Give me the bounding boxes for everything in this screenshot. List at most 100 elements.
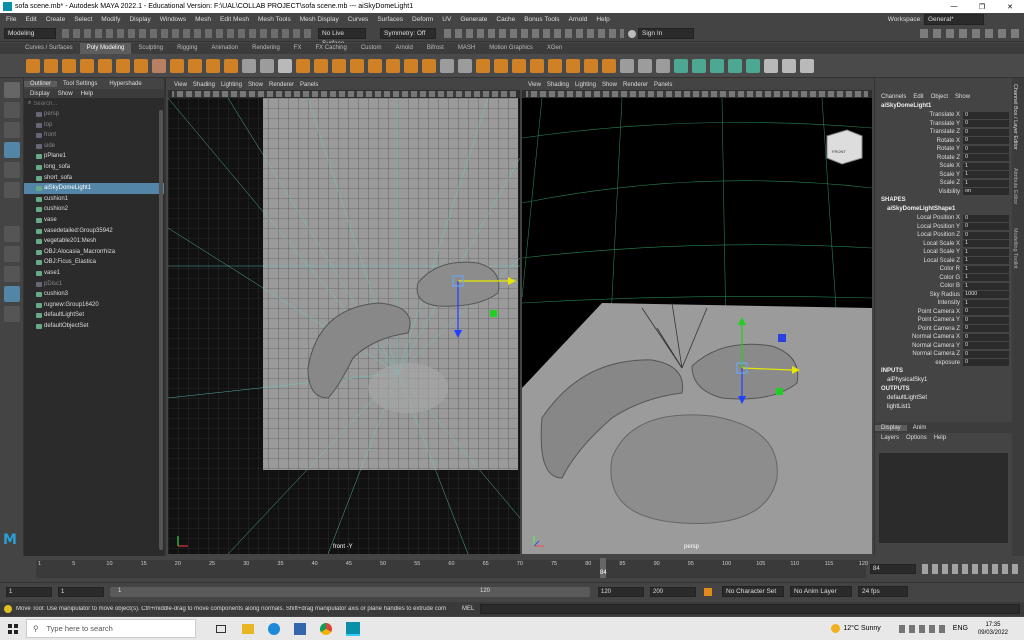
command-line-input[interactable] xyxy=(480,604,1021,614)
shelf-tool-icon[interactable] xyxy=(224,58,238,73)
outliner-item[interactable]: long_sofa xyxy=(24,162,164,173)
paint-select-icon[interactable] xyxy=(4,122,20,138)
channel-value[interactable]: 0 xyxy=(963,316,1009,324)
shelf-tab[interactable]: Bifrost xyxy=(420,43,451,54)
channel-value[interactable]: 0 xyxy=(963,223,1009,231)
maya-taskbar-icon[interactable] xyxy=(346,621,360,636)
channel-value[interactable]: 0 xyxy=(963,120,1009,128)
channel-value[interactable]: 1 xyxy=(963,162,1009,170)
channel-label[interactable]: Local Position Y xyxy=(875,224,963,230)
fps-dropdown[interactable]: 24 fps xyxy=(858,586,908,597)
channel-value[interactable]: 0 xyxy=(963,325,1009,333)
channel-label[interactable]: Sky Radius xyxy=(875,292,963,298)
channel-label[interactable]: Translate X xyxy=(875,112,963,118)
shelf-tool-icon[interactable] xyxy=(170,58,184,73)
shelf-tool-icon[interactable] xyxy=(116,58,130,73)
vp-menu-panels[interactable]: Panels xyxy=(654,82,672,88)
time-slider[interactable]: 1 5 10 15 20 25 30 35 40 45 50 55 60 65 70 75 80 85 90 95 10… xyxy=(0,556,1024,582)
shelf-tool-icon[interactable] xyxy=(98,58,112,73)
shelf-tab[interactable]: FX xyxy=(287,43,309,54)
shelf-tab[interactable]: Custom xyxy=(354,43,389,54)
vp-menu-view[interactable]: View xyxy=(174,82,187,88)
channel-label[interactable]: Local Position X xyxy=(875,215,963,221)
menu-item[interactable]: Mesh xyxy=(195,16,211,23)
display-layer-tab[interactable]: Display xyxy=(875,424,907,431)
channel-label[interactable]: Visibility xyxy=(875,189,963,195)
vp-menu-view[interactable]: View xyxy=(528,82,541,88)
output-node[interactable]: defaultLightSet xyxy=(875,394,1012,403)
channel-value[interactable]: 0 xyxy=(963,359,1009,367)
playback-end-field[interactable]: 120 xyxy=(598,586,644,597)
shelf-tool-icon[interactable] xyxy=(566,58,580,73)
shelf-tool-icon[interactable] xyxy=(206,58,220,73)
shelf-tool-icon[interactable] xyxy=(386,58,400,73)
layer-editor-area[interactable] xyxy=(879,453,1008,543)
channel-value[interactable]: 1 xyxy=(963,257,1009,265)
shelf-tab[interactable]: MASH xyxy=(451,43,482,54)
outliner-item[interactable]: short_sofa xyxy=(24,173,164,184)
channel-label[interactable]: Normal Camera X xyxy=(875,334,963,340)
outliner-menu-help[interactable]: Help xyxy=(81,91,93,97)
chrome-icon[interactable] xyxy=(320,622,332,635)
shelf-tool-icon[interactable] xyxy=(80,58,94,73)
menu-item[interactable]: Modify xyxy=(101,16,120,23)
shelf-tool-icon[interactable] xyxy=(422,58,436,73)
menu-item[interactable]: Windows xyxy=(160,16,186,23)
shelf-tool-icon[interactable] xyxy=(656,58,670,73)
taskbar-search-box[interactable]: ⚲ Type here to search xyxy=(26,619,196,638)
shelf-tool-icon[interactable] xyxy=(674,58,688,73)
menu-item[interactable]: Curves xyxy=(348,16,369,23)
channel-value[interactable]: 0 xyxy=(963,111,1009,119)
channel-label[interactable]: Local Scale X xyxy=(875,241,963,247)
shelf-tool-icon[interactable] xyxy=(332,58,346,73)
outliner-scrollbar[interactable] xyxy=(159,110,163,550)
tool-settings-tab[interactable]: Tool Settings xyxy=(57,81,103,87)
outliner-menu-display[interactable]: Display xyxy=(30,91,50,97)
shelf-tool-icon[interactable] xyxy=(548,58,562,73)
outliner-item[interactable]: cushion3 xyxy=(24,289,164,300)
shelf-tab[interactable]: Rendering xyxy=(245,43,287,54)
shelf-tool-icon[interactable] xyxy=(512,58,526,73)
shelf-tool-icon[interactable] xyxy=(692,58,706,73)
lasso-tool-icon[interactable] xyxy=(4,102,20,118)
channel-value[interactable]: 1 xyxy=(963,274,1009,282)
shelf-tab[interactable]: FX Caching xyxy=(308,43,353,54)
menu-item[interactable]: Generate xyxy=(460,16,487,23)
outliner-item[interactable]: side xyxy=(24,141,164,152)
channel-value[interactable]: on xyxy=(963,188,1009,196)
show-menu[interactable]: Show xyxy=(955,94,970,100)
shelf-tool-icon[interactable] xyxy=(458,58,472,73)
channel-value[interactable]: 1 xyxy=(963,240,1009,248)
channel-value[interactable]: 0 xyxy=(963,308,1009,316)
outliner-item[interactable]: front xyxy=(24,130,164,141)
outliner-search-input[interactable] xyxy=(33,99,144,108)
outliner-item[interactable]: aiSkyDomeLight1 xyxy=(24,183,164,194)
menu-item[interactable]: Bonus Tools xyxy=(524,16,559,23)
shelf-tab[interactable]: Rigging xyxy=(170,43,204,54)
channel-value[interactable]: 1 xyxy=(963,282,1009,290)
channel-value[interactable]: 1 xyxy=(963,248,1009,256)
help-menu[interactable]: Help xyxy=(934,435,946,441)
scale-tool-icon[interactable] xyxy=(4,182,20,198)
app-icon[interactable] xyxy=(294,622,306,635)
menu-item[interactable]: Arnold xyxy=(569,16,588,23)
channel-label[interactable]: Scale Y xyxy=(875,172,963,178)
select-tool-icon[interactable] xyxy=(4,82,20,98)
channel-label[interactable]: Translate Y xyxy=(875,121,963,127)
vp-menu-lighting[interactable]: Lighting xyxy=(575,82,596,88)
outliner-item[interactable]: pPlane1 xyxy=(24,151,164,162)
channel-value[interactable]: 0 xyxy=(963,137,1009,145)
channel-label[interactable]: Point Camera Y xyxy=(875,317,963,323)
layout-outliner-icon[interactable] xyxy=(4,286,20,302)
attribute-editor-side-tab[interactable]: Attribute Editor xyxy=(1012,158,1018,218)
mel-label[interactable]: MEL xyxy=(462,606,474,612)
vp-menu-lighting[interactable]: Lighting xyxy=(221,82,242,88)
channel-label[interactable]: Local Scale Z xyxy=(875,258,963,264)
anim-layer-dropdown[interactable]: No Anim Layer xyxy=(790,586,852,597)
channel-value[interactable]: 1 xyxy=(963,171,1009,179)
channel-value[interactable]: 0 xyxy=(963,333,1009,341)
range-slider[interactable]: 1 120 xyxy=(110,586,590,597)
channel-label[interactable]: exposure xyxy=(875,360,963,366)
outliner-item[interactable]: cushion1 xyxy=(24,194,164,205)
channel-value[interactable]: 0 xyxy=(963,128,1009,136)
